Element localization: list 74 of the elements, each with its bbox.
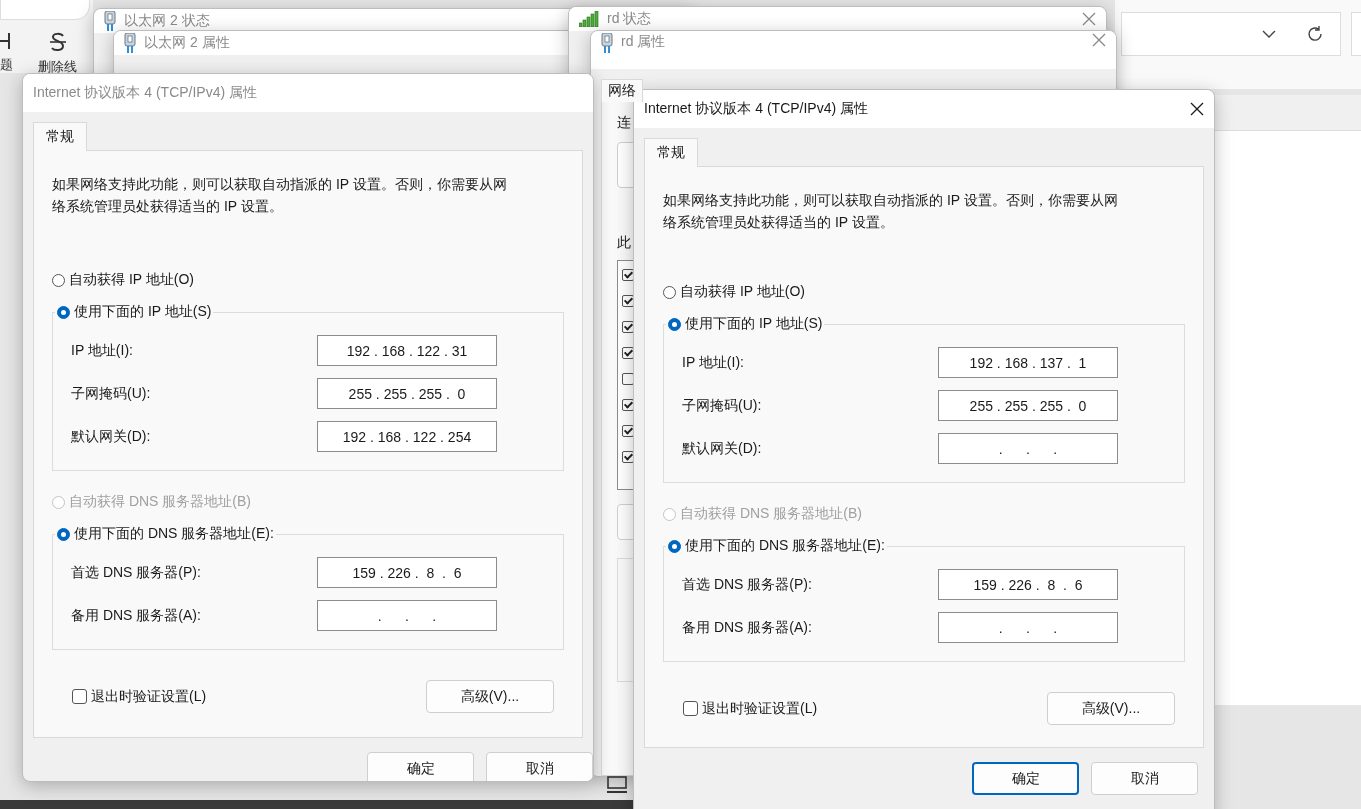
chevron-down-icon[interactable] xyxy=(1262,30,1276,38)
field-label: 首选 DNS 服务器(P): xyxy=(682,575,812,594)
ip-address-field[interactable]: 255 . 255 . 255 . 0 xyxy=(317,378,497,409)
checkbox[interactable] xyxy=(622,425,634,437)
radio-label: 使用下面的 IP 地址(S) xyxy=(685,315,823,333)
dialog-button[interactable]: 确定 xyxy=(367,752,474,781)
monitor-icon xyxy=(606,776,628,794)
checkbox[interactable] xyxy=(622,373,634,385)
window-title: Internet 协议版本 4 (TCP/IPv4) 属性 xyxy=(644,100,869,118)
radio-label: 自动获得 DNS 服务器地址(B) xyxy=(680,505,862,523)
tab[interactable]: 常规 xyxy=(33,122,87,151)
description-text: 如果网络支持此功能，则可以获取自动指派的 IP 设置。否则，你需要从网络系统管理员处获得适当的 IP 设置。 xyxy=(52,175,508,216)
dialog-button[interactable]: 确定 xyxy=(972,762,1079,795)
field-label: 默认网关(D): xyxy=(71,427,151,446)
close-icon[interactable] xyxy=(1190,102,1204,116)
ip-address-field[interactable]: 192 . 168 . 137 . 1 xyxy=(938,347,1118,378)
field-label: 默认网关(D): xyxy=(682,439,762,458)
checkbox[interactable] xyxy=(622,347,634,359)
field-label: IP 地址(I): xyxy=(682,353,744,372)
radio-label: 自动获得 DNS 服务器地址(B) xyxy=(69,493,251,511)
radio-label: 自动获得 IP 地址(O) xyxy=(680,283,805,301)
section-label: 连 xyxy=(617,114,631,132)
field-label: IP 地址(I): xyxy=(71,341,133,360)
checkbox[interactable] xyxy=(622,269,634,281)
window-title: Internet 协议版本 4 (TCP/IPv4) 属性 xyxy=(33,84,258,102)
dialog-button[interactable]: 取消 xyxy=(486,752,593,781)
radio-button[interactable] xyxy=(57,305,70,319)
ip-address-field[interactable]: 192 . 168 . 122 . 31 xyxy=(317,335,497,366)
ip-address-field[interactable]: 159 . 226 . 8 . 6 xyxy=(317,557,497,588)
window-title: 以太网 2 属性 xyxy=(144,34,230,52)
ip-address-field[interactable]: 255 . 255 . 255 . 0 xyxy=(938,390,1118,421)
strikethrough-icon[interactable] xyxy=(48,32,67,52)
section-label: 此 xyxy=(617,234,631,252)
radio-label: 自动获得 IP 地址(O) xyxy=(69,271,194,289)
advanced-button[interactable]: 高级(V)... xyxy=(426,680,554,713)
ip-address-field[interactable]: . . . xyxy=(938,433,1118,464)
ip-address-field[interactable]: 192 . 168 . 122 . 254 xyxy=(317,421,497,452)
signal-bars-icon xyxy=(579,11,599,27)
field-label: 首选 DNS 服务器(P): xyxy=(71,563,201,582)
radio-button[interactable] xyxy=(57,527,70,541)
window-title: rd 状态 xyxy=(607,10,652,28)
radio-label: 使用下面的 DNS 服务器地址(E): xyxy=(685,537,885,555)
toolbar-label: 题 xyxy=(0,56,13,74)
field-label: 备用 DNS 服务器(A): xyxy=(682,618,812,637)
checkbox[interactable] xyxy=(622,295,634,307)
field-label: 子网掩码(U): xyxy=(682,396,762,415)
heading-icon[interactable] xyxy=(0,32,10,50)
radio-button[interactable] xyxy=(668,317,681,331)
checkbox-label: 退出时验证设置(L) xyxy=(91,687,207,706)
dialog-button[interactable]: 取消 xyxy=(1091,762,1198,795)
toolbar-label: 删除线 xyxy=(38,58,77,76)
window-title: rd 属性 xyxy=(621,33,666,51)
advanced-button[interactable]: 高级(V)... xyxy=(1047,692,1175,725)
ip-address-field[interactable]: . . . xyxy=(317,600,497,631)
checkbox[interactable] xyxy=(683,701,698,716)
checkbox-label: 退出时验证设置(L) xyxy=(702,699,818,718)
field-label: 备用 DNS 服务器(A): xyxy=(71,606,201,625)
ip-address-field[interactable]: 159 . 226 . 8 . 6 xyxy=(938,569,1118,600)
tab[interactable]: 常规 xyxy=(644,138,698,167)
checkbox[interactable] xyxy=(622,451,634,463)
field-label: 子网掩码(U): xyxy=(71,384,151,403)
checkbox[interactable] xyxy=(622,321,634,333)
radio-label: 使用下面的 DNS 服务器地址(E): xyxy=(74,525,274,543)
ip-address-field[interactable]: . . . xyxy=(938,612,1118,643)
radio-label: 使用下面的 IP 地址(S) xyxy=(74,303,212,321)
checkbox[interactable] xyxy=(622,399,634,411)
tab[interactable]: 网络 xyxy=(601,79,643,102)
description-text: 如果网络支持此功能，则可以获取自动指派的 IP 设置。否则，你需要从网络系统管理员处获得适当的 IP 设置。 xyxy=(663,191,1119,232)
window-title: 以太网 2 状态 xyxy=(124,12,210,30)
checkbox[interactable] xyxy=(72,689,87,704)
radio-button[interactable] xyxy=(52,273,65,287)
radio-button[interactable] xyxy=(668,539,681,553)
refresh-icon[interactable] xyxy=(1306,25,1324,43)
radio-button[interactable] xyxy=(663,285,676,299)
